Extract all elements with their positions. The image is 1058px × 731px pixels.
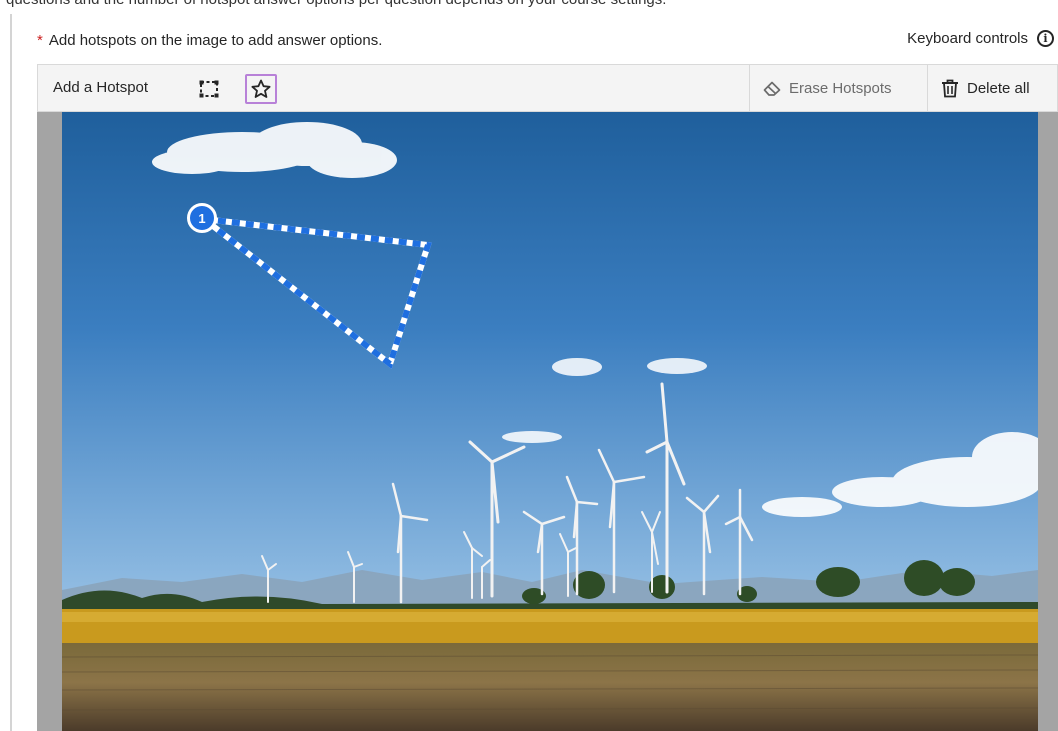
delete-all-button[interactable]: Delete all: [941, 65, 1030, 111]
question-image[interactable]: 1: [62, 112, 1038, 731]
toolbar-divider: [927, 65, 928, 111]
add-hotspot-label: Add a Hotspot: [53, 79, 149, 96]
polygon-tool-button[interactable]: [245, 74, 277, 104]
erase-hotspots-label: Erase Hotspots: [789, 79, 892, 97]
instructions: * Add hotspots on the image to add answer…: [37, 32, 382, 49]
rectangle-tool-button[interactable]: [196, 76, 222, 102]
hotspot-canvas[interactable]: 1: [37, 112, 1058, 731]
erase-hotspots-button[interactable]: Erase Hotspots: [763, 65, 892, 111]
eraser-icon: [763, 81, 781, 96]
prompt-text-cutoff: questions and the number of hotspot answ…: [0, 0, 1058, 14]
delete-all-label: Delete all: [967, 79, 1030, 97]
polygon-star-icon: [251, 79, 271, 98]
keyboard-controls-label: Keyboard controls: [907, 30, 1028, 47]
hotspot-number: 1: [198, 210, 206, 226]
trash-icon: [942, 79, 958, 97]
hotspot-1-badge[interactable]: 1: [187, 203, 217, 233]
frame-border: [10, 14, 12, 731]
instructions-text: Add hotspots on the image to add answer …: [48, 32, 383, 49]
instructions-row: * Add hotspots on the image to add answer…: [37, 30, 1058, 52]
required-marker: *: [37, 32, 43, 49]
hotspot-toolbar: Add a Hotspot Erase Hotspots Delete all: [37, 64, 1058, 112]
info-icon: i: [1037, 30, 1054, 47]
keyboard-controls-button[interactable]: Keyboard controls i: [907, 30, 1054, 47]
toolbar-divider: [749, 65, 750, 111]
rectangle-select-icon: [199, 80, 219, 98]
